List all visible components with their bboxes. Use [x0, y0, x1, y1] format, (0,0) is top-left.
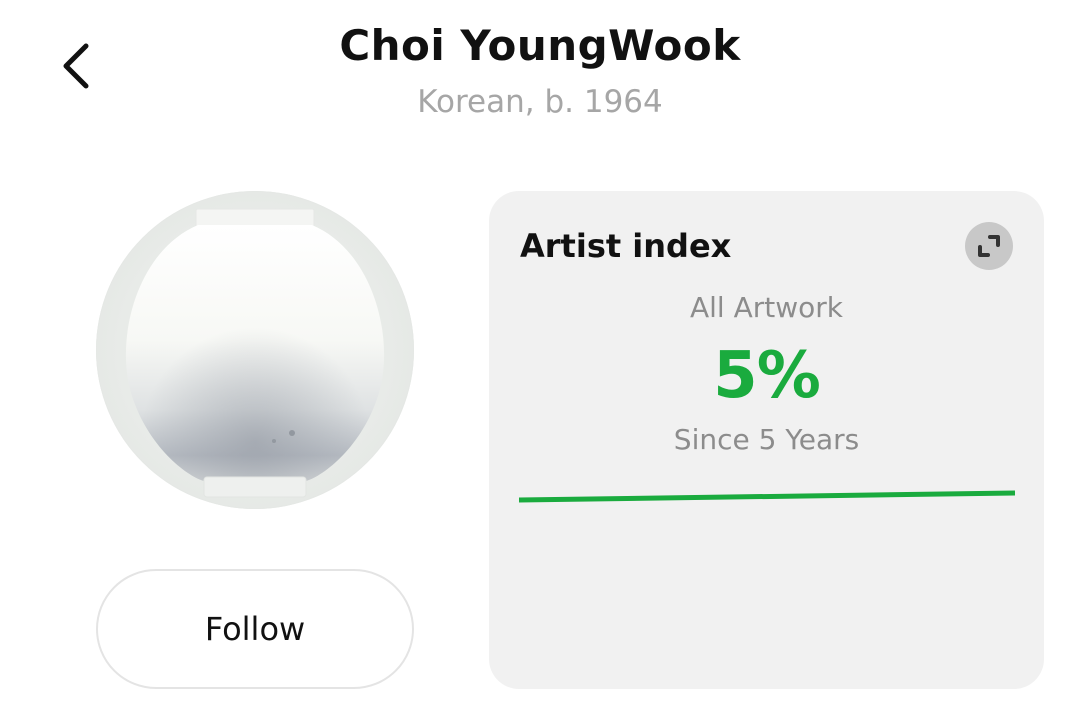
expand-icon	[978, 235, 1000, 257]
artist-index-title: Artist index	[520, 227, 732, 265]
artwork-scope-label: All Artwork	[689, 291, 843, 324]
moon-jar-image	[125, 208, 385, 498]
artist-nationality-birth: Korean, b. 1964	[417, 84, 663, 120]
artist-page: Choi YoungWook Korean, b. 1964 Follow Ar…	[0, 0, 1080, 714]
trend-line-series	[519, 490, 1015, 503]
index-trend-line	[519, 490, 1015, 503]
index-period-label: Since 5 Years	[673, 423, 860, 456]
index-change-value: 5%	[713, 339, 821, 413]
artist-avatar	[96, 191, 414, 509]
artist-header: Choi YoungWook Korean, b. 1964	[0, 20, 1080, 124]
artist-name: Choi YoungWook	[339, 21, 741, 70]
expand-button[interactable]	[965, 222, 1013, 270]
follow-button[interactable]: Follow	[96, 569, 414, 689]
artist-index-card[interactable]: Artist index All Artwork 5% Since 5 Year…	[489, 191, 1044, 689]
